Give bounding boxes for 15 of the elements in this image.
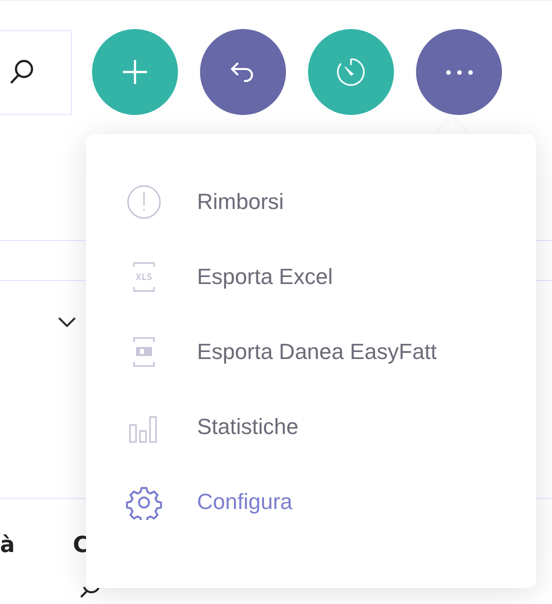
menu-item[interactable]: Statistiche xyxy=(126,409,298,445)
settings-icon xyxy=(126,484,162,520)
search-field[interactable] xyxy=(0,30,72,114)
menu-item[interactable]: XLS Esporta Excel xyxy=(126,259,333,295)
column-header: à xyxy=(0,533,15,560)
plus-icon xyxy=(120,57,150,87)
menu-item[interactable]: Configura xyxy=(126,484,292,520)
search-icon xyxy=(9,58,35,86)
stopwatch-icon xyxy=(336,57,366,87)
menu-item[interactable]: Esporta Danea EasyFatt xyxy=(126,334,437,370)
search-icon[interactable] xyxy=(80,586,100,598)
alert-circle-icon xyxy=(126,184,162,220)
more-dots-icon xyxy=(446,70,472,74)
chevron-down-icon[interactable] xyxy=(58,317,76,327)
menu-item[interactable]: Rimborsi xyxy=(126,184,284,220)
